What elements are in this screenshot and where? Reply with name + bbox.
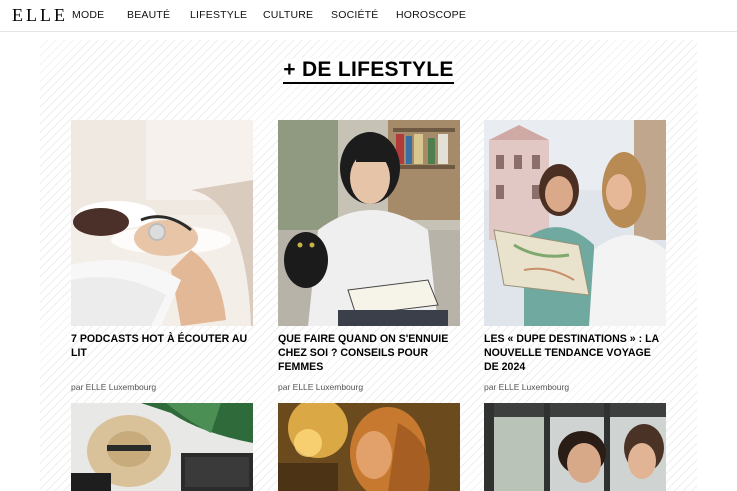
article-image-sunset-woman[interactable] <box>278 403 460 491</box>
sunset-woman-illustration <box>278 403 460 491</box>
girl-cat-book-illustration <box>278 120 460 326</box>
nav-item-lifestyle[interactable]: LIFESTYLE <box>190 9 247 21</box>
nav-item-horoscope[interactable]: HOROSCOPE <box>396 9 466 21</box>
nav-item-mode[interactable]: MODE <box>72 9 104 21</box>
article-author: par ELLE Luxembourg <box>484 382 570 392</box>
article-image-window-people[interactable] <box>484 403 666 491</box>
article-title[interactable]: QUE FAIRE QUAND ON S'ENNUIE CHEZ SOI ? C… <box>278 332 460 374</box>
travel-hat-suitcase-illustration <box>71 403 253 491</box>
article-image-travel-hat[interactable] <box>71 403 253 491</box>
lifestyle-section: + DE LIFESTYLE 7 PODCASTS HOT À ÉCOUTER … <box>40 40 697 491</box>
woman-headphones-illustration <box>71 120 253 326</box>
article-author: par ELLE Luxembourg <box>278 382 364 392</box>
article-image-podcasts[interactable] <box>71 120 253 326</box>
people-at-window-illustration <box>484 403 666 491</box>
nav-item-culture[interactable]: CULTURE <box>263 9 313 21</box>
top-navigation: ELLE MODE BEAUTÉ LIFESTYLE CULTURE SOCIÉ… <box>0 0 737 32</box>
women-with-map-illustration <box>484 120 666 326</box>
article-title[interactable]: 7 PODCASTS HOT À ÉCOUTER AU LIT <box>71 332 253 360</box>
elle-logo[interactable]: ELLE <box>12 5 68 26</box>
article-title[interactable]: LES « DUPE DESTINATIONS » : LA NOUVELLE … <box>484 332 666 374</box>
nav-item-beaute[interactable]: BEAUTÉ <box>127 9 170 21</box>
article-image-dupe-destinations[interactable] <box>484 120 666 326</box>
section-title: + DE LIFESTYLE <box>40 58 697 84</box>
section-title-text[interactable]: + DE LIFESTYLE <box>283 58 454 84</box>
article-author: par ELLE Luxembourg <box>71 382 157 392</box>
article-image-ennui[interactable] <box>278 120 460 326</box>
nav-item-societe[interactable]: SOCIÉTÉ <box>331 9 379 21</box>
